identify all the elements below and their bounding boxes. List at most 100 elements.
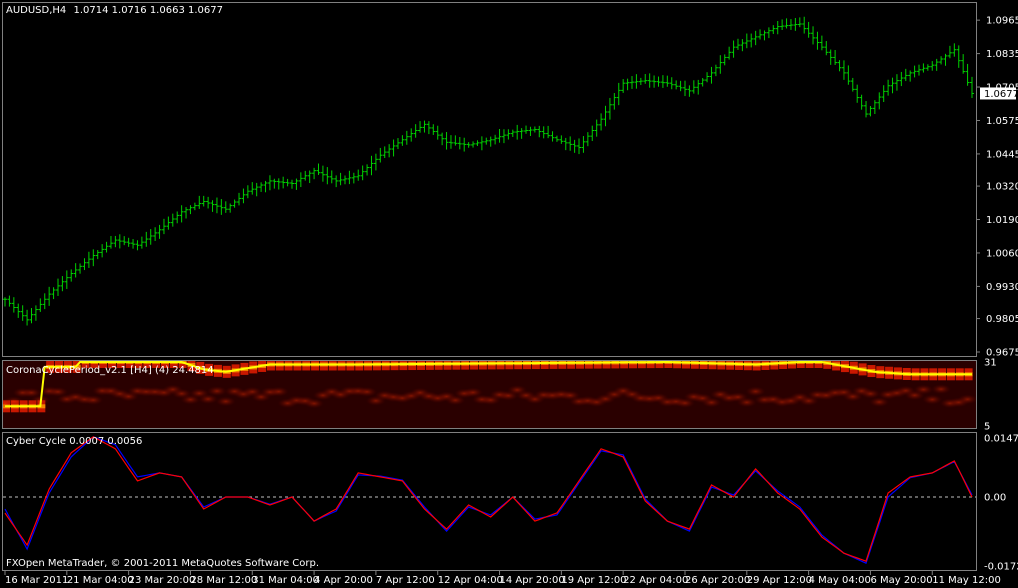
price-bar [616, 82, 621, 106]
price-bar [418, 121, 423, 133]
time-axis-label: 22 Apr 04:00 [623, 575, 688, 586]
price-bar [82, 258, 87, 271]
cyber-series-line [4, 436, 973, 565]
price-bar [153, 227, 158, 241]
price-bar [448, 135, 453, 149]
price-bar [259, 182, 264, 192]
price-bar [934, 58, 939, 71]
price-bar [342, 175, 347, 185]
price-bar [735, 38, 740, 50]
price-bar [206, 196, 211, 209]
price-bar [881, 85, 886, 103]
price-bar [678, 80, 683, 92]
price-bar [29, 308, 34, 324]
price-bar [60, 276, 65, 292]
price-bar [223, 201, 228, 213]
price-bar [965, 63, 970, 86]
cyber-cycle-panel[interactable]: 0.0147 0.00 -0.0172 Cyber Cycle 0.0007 0.0… [3, 434, 1018, 573]
price-bar [320, 165, 325, 182]
price-bar [501, 129, 506, 144]
price-bar [550, 131, 555, 142]
time-axis: 16 Mar 201121 Mar 04:0023 Mar 20:0028 Ma… [4, 571, 1001, 586]
price-bar [25, 309, 30, 326]
price-axis-label: 0.9930 [986, 282, 1018, 293]
price-bar [554, 135, 559, 142]
corona-axis-label: 31 [984, 358, 997, 369]
price-bar [585, 132, 590, 147]
price-bar [387, 144, 392, 158]
price-bar [431, 124, 436, 135]
price-bar [108, 235, 113, 249]
price-bar [148, 229, 153, 245]
price-bar [660, 75, 665, 88]
price-bar [727, 46, 732, 60]
price-bar [594, 119, 599, 137]
price-bar [819, 35, 824, 51]
price-bar [762, 30, 767, 41]
price-panel[interactable]: 0.96750.98050.99301.00601.01901.03201.04… [3, 5, 1018, 359]
price-bar [378, 147, 383, 163]
price-bar [766, 27, 771, 39]
time-axis-label: 26 Apr 20:00 [685, 575, 750, 586]
ohlc-readout: 1.0714 1.0716 1.0663 1.0677 [73, 5, 223, 16]
price-bar [753, 30, 758, 46]
time-axis-label: 23 Mar 20:00 [129, 575, 196, 586]
price-bar [369, 155, 374, 176]
price-bar [192, 202, 197, 211]
corona-cycle-panel[interactable]: 31 5 CoronaCyclePeriod_v2.1 [H4] (4) 24.4… [0, 356, 997, 433]
price-bar [506, 129, 511, 140]
price-bar [117, 234, 122, 249]
price-bar [758, 29, 763, 40]
price-bar [841, 60, 846, 80]
price-bar [943, 53, 948, 66]
price-bar [546, 125, 551, 139]
time-axis-label: 21 Mar 04:00 [67, 575, 134, 586]
price-bar [877, 92, 882, 110]
price-bar [457, 137, 462, 150]
price-bar [303, 170, 308, 181]
cyber-series-line [4, 436, 973, 562]
price-bar [634, 74, 639, 89]
price-bar [338, 172, 343, 186]
price-bar [86, 251, 91, 268]
time-axis-label: 4 Apr 20:00 [314, 575, 373, 586]
price-axis-label: 0.9805 [986, 314, 1018, 325]
price-bar [687, 85, 692, 97]
heat-blob [83, 395, 104, 406]
price-bar [510, 129, 515, 137]
price-bar [245, 185, 250, 199]
price-axis: 0.96750.98050.99301.00601.01901.03201.04… [976, 16, 1018, 359]
price-bar [806, 21, 811, 38]
price-bar [771, 25, 776, 35]
price-bar [515, 124, 520, 140]
price-bar [126, 237, 131, 247]
price-bar [294, 178, 299, 190]
price-bar [563, 137, 568, 151]
price-bar [95, 250, 100, 260]
price-bar [643, 74, 648, 84]
time-axis-label: 6 May 20:00 [870, 575, 932, 586]
price-bar [184, 207, 189, 219]
trading-chart[interactable]: 0.96750.98050.99301.00601.01901.03201.04… [0, 0, 1018, 588]
price-bar [603, 105, 608, 127]
price-bar [11, 297, 16, 313]
price-bar [135, 240, 140, 251]
price-bar [382, 146, 387, 159]
price-bar [859, 94, 864, 110]
price-bar [855, 84, 860, 103]
price-bar [440, 132, 445, 146]
price-axis-label: 1.0835 [986, 49, 1018, 60]
price-bar [894, 74, 899, 91]
time-axis-label: 29 Apr 12:00 [747, 575, 812, 586]
price-bar [682, 80, 687, 97]
price-bar [329, 170, 334, 184]
price-axis-label: 1.0060 [986, 248, 1018, 259]
price-bar [705, 72, 710, 83]
price-bar [568, 136, 573, 151]
price-bar [669, 77, 674, 90]
price-bar [837, 60, 842, 72]
price-bar [722, 54, 727, 66]
price-bar [700, 78, 705, 87]
price-bar [749, 33, 754, 48]
price-bar [590, 125, 595, 142]
